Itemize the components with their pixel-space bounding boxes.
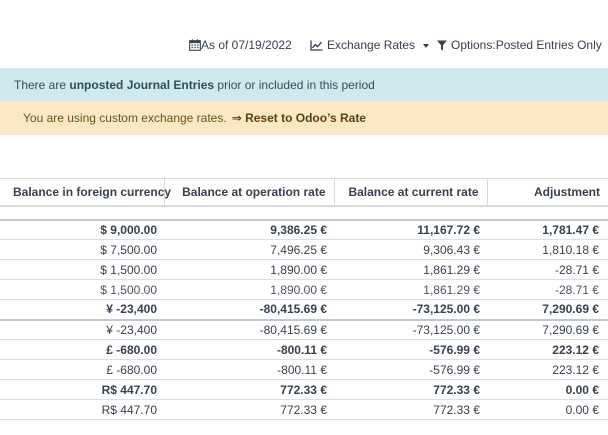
table-row[interactable]: ¥ -23,400 -80,415.69 € -73,125.00 €7,290.6…	[0, 299, 608, 320]
table-cell: R$ 447.70	[0, 399, 164, 420]
exchange-rates-label: Exchange Rates	[327, 38, 416, 52]
table-row[interactable]: ¥ -23,400 -80,415.69 € -73,125.00 €7,290.6…	[0, 318, 608, 340]
table-cell: 7,290.69 €	[487, 299, 608, 320]
column-header: Balance at current rate	[334, 178, 488, 207]
table-cell: -800.11 €	[164, 339, 334, 360]
reset-rates-link[interactable]: ⇒ Reset to Odoo’s Rate	[232, 111, 366, 125]
unposted-entries-alert: There are unposted Journal Entries prior…	[0, 68, 608, 101]
table-cell: 223.12 €	[487, 359, 608, 380]
column-header: Balance in foreign currency	[0, 178, 171, 207]
table-cell: -800.11 €	[164, 359, 334, 380]
table-cell: £ -680.00	[0, 339, 164, 360]
table-cell: 223.12 €	[487, 339, 608, 360]
table-row[interactable]: $ 7,500.00 7,496.25 €9,306.43 €1,810.18 €	[0, 239, 608, 260]
table-cell: 9,386.25 €	[164, 218, 334, 240]
exchange-rates-dropdown[interactable]: Exchange Rates	[310, 37, 430, 53]
table-cell: 772.33 €	[164, 379, 334, 400]
table-cell: 7,290.69 €	[487, 318, 608, 340]
table-cell: 772.33 €	[334, 379, 487, 400]
table-header-row: Balance in foreign currency Balance at o…	[0, 178, 608, 207]
table-cell: ¥ -23,400	[0, 318, 164, 340]
table-cell: 1,861.29 €	[334, 259, 487, 280]
table-cell: 1,890.00 €	[164, 279, 334, 300]
unposted-entries-link[interactable]: unposted Journal Entries	[69, 78, 214, 92]
alert-info-suffix: prior or included in this period	[217, 77, 375, 92]
table-cell: 1,861.29 €	[334, 279, 487, 300]
table-cell: 772.33 €	[334, 399, 487, 420]
table-cell: 11,167.72 €	[334, 218, 487, 240]
report-toolbar: As of 07/19/2022 Exchange Rates Options:…	[0, 0, 608, 67]
options-filter-button[interactable]: Options:Posted Entries Only	[437, 37, 602, 53]
custom-rates-alert: You are using custom exchange rates. ⇒ R…	[0, 101, 608, 135]
table-cell: 1,810.18 €	[487, 239, 608, 260]
date-filter-label: As of 07/19/2022	[201, 38, 292, 52]
table-cell: -73,125.00 €	[334, 318, 487, 340]
table-row[interactable]: £ -680.00 -800.11 € -576.99 €223.12 €	[0, 359, 608, 380]
table-cell: -28.71 €	[487, 259, 608, 280]
calendar-icon	[189, 39, 201, 51]
table-row[interactable]: $ 1,500.00 1,890.00 €1,861.29 € -28.71 €	[0, 259, 608, 280]
table-cell: -80,415.69 €	[164, 318, 334, 340]
table-cell: 7,496.25 €	[164, 239, 334, 260]
table-cell: 1,890.00 €	[164, 259, 334, 280]
table-cell: £ -680.00	[0, 359, 164, 380]
table-row[interactable]: £ -680.00 -800.11 € -576.99 €223.12 €	[0, 339, 608, 360]
table-cell: -28.71 €	[487, 279, 608, 300]
table-cell: R$ 447.70	[0, 379, 164, 400]
date-filter-button[interactable]: As of 07/19/2022	[189, 37, 292, 53]
table-cell: 772.33 €	[164, 399, 334, 420]
options-filter-label: Options:Posted Entries Only	[451, 38, 602, 52]
table-row[interactable]: R$ 447.70 772.33 €772.33 €0.00 €	[0, 379, 608, 400]
table-cell: ¥ -23,400	[0, 299, 164, 320]
chevron-down-icon	[423, 43, 430, 48]
table-cell: 1,781.47 €	[487, 218, 608, 240]
table-cell: -576.99 €	[334, 359, 487, 380]
column-header: Adjustment	[487, 178, 608, 207]
table-cell: $ 1,500.00	[0, 259, 164, 280]
custom-rates-text: You are using custom exchange rates.	[23, 111, 227, 125]
line-chart-icon	[310, 40, 323, 51]
table-cell: $ 9,000.00	[0, 218, 164, 240]
table-row[interactable]: $ 9,000.00 9,386.25 €11,167.72 €1,781.47 …	[0, 218, 608, 240]
table-cell: -73,125.00 €	[334, 299, 487, 320]
table-row[interactable]: R$ 447.70 772.33 €772.33 €0.00 €	[0, 399, 608, 420]
table-cell: -576.99 €	[334, 339, 487, 360]
table-cell: -80,415.69 €	[164, 299, 334, 320]
column-header: Balance at operation rate	[164, 178, 335, 207]
table-cell: 0.00 €	[487, 379, 608, 400]
table-cell: $ 7,500.00	[0, 239, 164, 260]
table-cell: 0.00 €	[487, 399, 608, 420]
table-cell: $ 1,500.00	[0, 279, 164, 300]
filter-icon	[437, 40, 447, 51]
alert-info-prefix: There are	[14, 77, 67, 92]
table-cell: 9,306.43 €	[334, 239, 487, 260]
exchange-diff-table: Balance in foreign currency Balance at o…	[0, 178, 608, 420]
table-row[interactable]: $ 1,500.00 1,890.00 €1,861.29 € -28.71 €	[0, 279, 608, 300]
